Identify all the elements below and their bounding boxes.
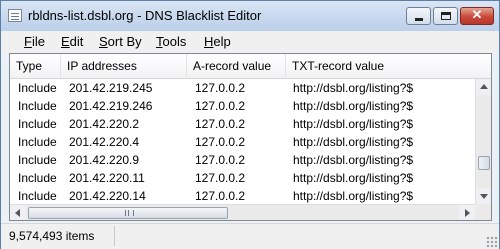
minimize-icon — [415, 18, 423, 21]
table-row[interactable]: Include 201.42.220.11 127.0.0.2 http://d… — [10, 169, 475, 187]
cell-txt-record: http://dsbl.org/listing?$ — [293, 99, 414, 113]
scrollbar-corner — [475, 204, 491, 220]
cell-ip: 201.42.219.245 — [69, 81, 153, 95]
document-list-icon[interactable] — [8, 9, 22, 22]
cell-type: Include — [18, 171, 57, 185]
title-bar[interactable]: rbldns-list.dsbl.org - DNS Blacklist Edi… — [1, 1, 499, 31]
arrow-right-icon — [465, 209, 470, 217]
close-button[interactable]: ✕ — [460, 7, 494, 25]
table-row[interactable]: Include 201.42.220.9 127.0.0.2 http://ds… — [10, 151, 475, 169]
grip-icon — [125, 210, 134, 216]
scroll-up-button[interactable] — [476, 79, 491, 95]
arrow-down-icon — [480, 194, 488, 199]
cell-ip: 201.42.220.14 — [69, 189, 146, 203]
column-header-txt-record[interactable]: TXT-record value — [286, 54, 491, 78]
table-row[interactable]: Include 201.42.220.14 127.0.0.2 http://d… — [10, 187, 475, 205]
vertical-scroll-thumb[interactable] — [478, 156, 490, 170]
cell-type: Include — [18, 135, 57, 149]
menu-sort-by[interactable]: Sort By — [99, 34, 142, 49]
resize-grip-icon[interactable] — [486, 236, 497, 247]
table-header: Type IP addresses A-record value TXT-rec… — [10, 54, 491, 79]
horizontal-scrollbar[interactable] — [10, 204, 475, 220]
scroll-left-button[interactable] — [10, 205, 26, 220]
cell-type: Include — [18, 189, 57, 203]
table-row[interactable]: Include 201.42.220.4 127.0.0.2 http://ds… — [10, 133, 475, 151]
menu-tools[interactable]: Tools — [156, 34, 186, 49]
close-icon: ✕ — [471, 7, 483, 22]
cell-txt-record: http://dsbl.org/listing?$ — [293, 171, 414, 185]
cell-txt-record: http://dsbl.org/listing?$ — [293, 81, 414, 95]
arrow-up-icon — [480, 84, 488, 89]
menu-help[interactable]: Help — [204, 34, 231, 49]
blacklist-table[interactable]: Type IP addresses A-record value TXT-rec… — [9, 53, 492, 221]
cell-ip: 201.42.220.2 — [69, 117, 140, 131]
menu-bar: File Edit Sort By Tools Help — [1, 31, 499, 53]
arrow-left-icon — [15, 209, 20, 217]
table-row[interactable]: Include 201.42.220.2 127.0.0.2 http://ds… — [10, 115, 475, 133]
cell-a-record: 127.0.0.2 — [195, 81, 246, 95]
column-header-ip-addresses[interactable]: IP addresses — [61, 54, 187, 78]
cell-a-record: 127.0.0.2 — [195, 171, 246, 185]
cell-type: Include — [18, 81, 57, 95]
cell-type: Include — [18, 117, 57, 131]
column-header-a-record[interactable]: A-record value — [187, 54, 286, 78]
cell-txt-record: http://dsbl.org/listing?$ — [293, 135, 414, 149]
cell-a-record: 127.0.0.2 — [195, 99, 246, 113]
cell-txt-record: http://dsbl.org/listing?$ — [293, 153, 414, 167]
cell-type: Include — [18, 99, 57, 113]
table-row[interactable]: Include 201.42.219.245 127.0.0.2 http://… — [10, 79, 475, 97]
cell-ip: 201.42.220.9 — [69, 153, 140, 167]
scroll-right-button[interactable] — [459, 205, 475, 220]
cell-a-record: 127.0.0.2 — [195, 153, 246, 167]
cell-ip: 201.42.220.4 — [69, 135, 140, 149]
cell-ip: 201.42.219.246 — [69, 99, 153, 113]
cell-txt-record: http://dsbl.org/listing?$ — [293, 189, 414, 203]
maximize-button[interactable] — [433, 7, 458, 25]
maximize-icon — [441, 12, 451, 20]
column-header-type[interactable]: Type — [10, 54, 61, 78]
horizontal-scroll-thumb[interactable] — [28, 207, 228, 219]
minimize-button[interactable] — [406, 7, 431, 25]
menu-file[interactable]: File — [24, 34, 45, 49]
window-title: rbldns-list.dsbl.org - DNS Blacklist Edi… — [28, 8, 262, 23]
cell-a-record: 127.0.0.2 — [195, 135, 246, 149]
cell-txt-record: http://dsbl.org/listing?$ — [293, 117, 414, 131]
table-row[interactable]: Include 201.42.219.246 127.0.0.2 http://… — [10, 97, 475, 115]
item-count: 9,574,493 items — [9, 229, 95, 243]
app-window: rbldns-list.dsbl.org - DNS Blacklist Edi… — [0, 0, 500, 249]
cell-a-record: 127.0.0.2 — [195, 117, 246, 131]
cell-type: Include — [18, 153, 57, 167]
menu-edit[interactable]: Edit — [61, 34, 83, 49]
scroll-down-button[interactable] — [476, 188, 491, 204]
cell-ip: 201.42.220.11 — [69, 171, 145, 185]
vertical-scrollbar[interactable] — [475, 79, 491, 204]
cell-a-record: 127.0.0.2 — [195, 189, 246, 203]
status-divider — [114, 226, 115, 246]
status-bar: 9,574,493 items — [1, 223, 499, 249]
